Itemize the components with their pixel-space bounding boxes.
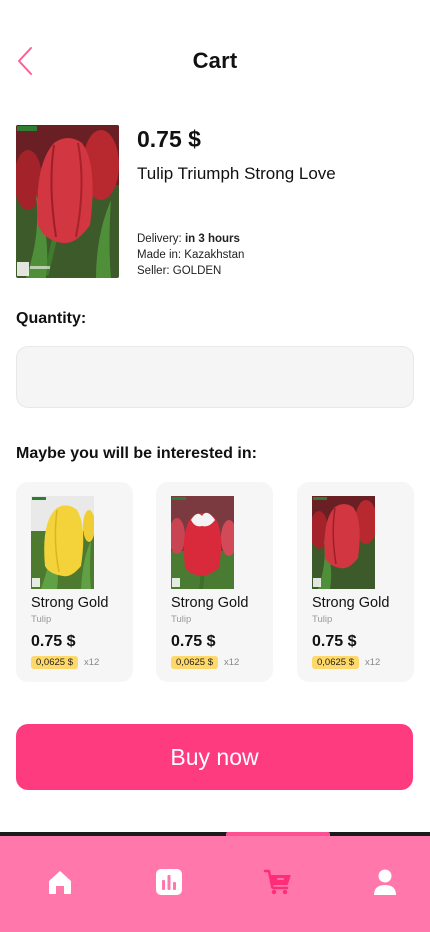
cart-product: 0.75 $ Tulip Triumph Strong Love Deliver… bbox=[16, 125, 414, 280]
home-icon bbox=[49, 871, 71, 894]
product-card[interactable]: Strong Gold Tulip 0.75 $ 0,0625 $ x12 bbox=[16, 482, 133, 682]
product-card-name: Strong Gold bbox=[31, 595, 109, 611]
product-card-type: Tulip bbox=[31, 614, 52, 625]
recommendations-list: Strong Gold Tulip 0.75 $ 0,0625 $ x12 St… bbox=[0, 482, 430, 682]
nav-cart[interactable] bbox=[262, 866, 294, 898]
unit-multiplier: x12 bbox=[223, 657, 240, 668]
product-card-name: Strong Gold bbox=[171, 595, 249, 611]
unit-multiplier: x12 bbox=[83, 657, 100, 668]
delivery-info: Delivery: in 3 hours bbox=[137, 231, 244, 247]
product-card-image bbox=[312, 496, 375, 589]
stats-icon bbox=[156, 869, 182, 895]
delivery-value: in 3 hours bbox=[184, 233, 240, 245]
unit-price-badge: 0,0625 $ bbox=[312, 656, 359, 669]
buy-now-button[interactable]: Buy now bbox=[16, 724, 413, 790]
origin-info: Made in: Kazakhstan bbox=[137, 249, 245, 261]
product-price: 0.75 $ bbox=[137, 126, 201, 152]
product-card-price: 0.75 $ bbox=[171, 633, 216, 650]
product-card[interactable]: Strong Gold Tulip 0.75 $ 0,0625 $ x12 bbox=[156, 482, 273, 682]
nav-profile[interactable] bbox=[369, 866, 401, 898]
product-card-name: Strong Gold bbox=[312, 595, 390, 611]
product-meta: Delivery: in 3 hours Made in: Kazakhstan… bbox=[137, 231, 244, 279]
unit-price-row: 0,0625 $ x12 bbox=[171, 656, 239, 669]
unit-price-row: 0,0625 $ x12 bbox=[312, 656, 380, 669]
unit-price-row: 0,0625 $ x12 bbox=[31, 656, 99, 669]
product-image bbox=[16, 125, 119, 278]
product-card-image bbox=[31, 496, 94, 589]
unit-multiplier: x12 bbox=[364, 657, 381, 668]
bottom-nav bbox=[0, 836, 430, 932]
product-card[interactable]: Strong Gold Tulip 0.75 $ 0,0625 $ x12 bbox=[297, 482, 414, 682]
quantity-label: Quantity: bbox=[16, 310, 87, 327]
nav-stats[interactable] bbox=[153, 866, 185, 898]
recommendations-title: Maybe you will be interested in: bbox=[16, 445, 257, 462]
page-title: Cart bbox=[192, 48, 238, 73]
profile-icon bbox=[374, 869, 396, 895]
unit-price-badge: 0,0625 $ bbox=[171, 656, 218, 669]
seller-info: Seller: GOLDEN bbox=[137, 265, 222, 277]
nav-home[interactable] bbox=[44, 866, 76, 898]
product-card-type: Tulip bbox=[312, 614, 333, 625]
product-card-price: 0.75 $ bbox=[312, 633, 357, 650]
cart-icon bbox=[263, 869, 291, 895]
product-name: Tulip Triumph Strong Love bbox=[137, 164, 336, 183]
product-card-image bbox=[171, 496, 234, 589]
delivery-label: Delivery: bbox=[137, 233, 185, 245]
unit-price-badge: 0,0625 $ bbox=[31, 656, 78, 669]
product-card-price: 0.75 $ bbox=[31, 633, 76, 650]
product-card-type: Tulip bbox=[171, 614, 192, 625]
quantity-input[interactable] bbox=[16, 346, 414, 408]
header: Cart bbox=[0, 0, 430, 110]
